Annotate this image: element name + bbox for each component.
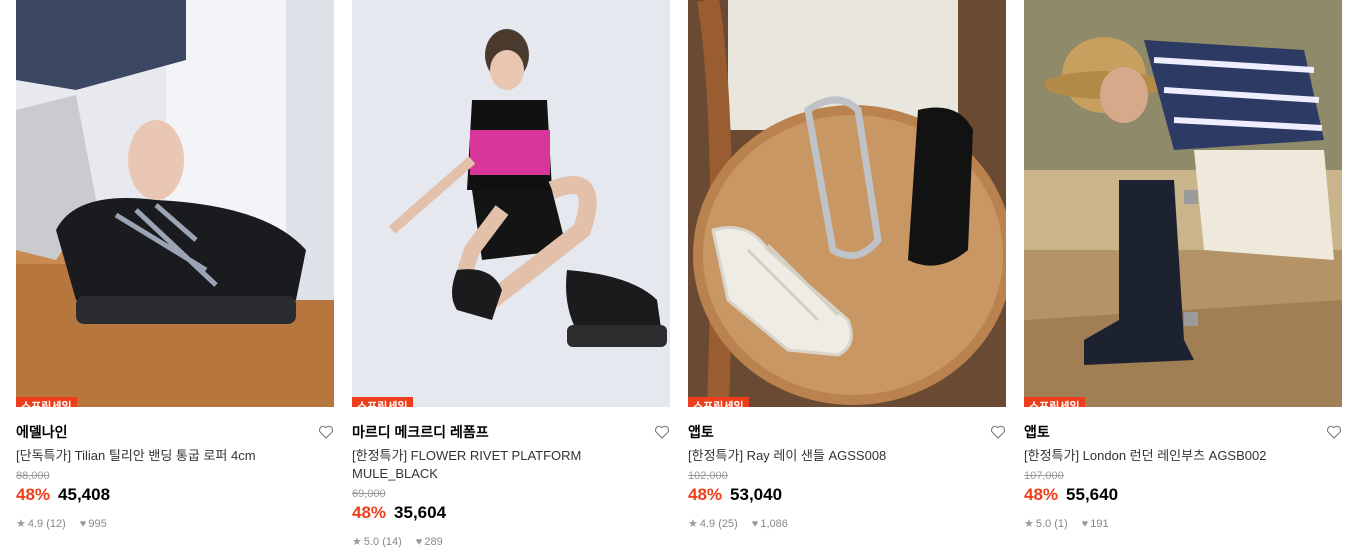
product-image[interactable]: 스프링세일 — [352, 0, 670, 407]
product-photo — [1024, 0, 1342, 407]
heart-small-icon: ♥ — [79, 517, 87, 530]
product-title[interactable]: [단독특가] Tilian 틸리안 밴딩 통굽 로퍼 4cm — [16, 447, 334, 465]
sale-badge: 스프링세일 — [352, 397, 413, 407]
product-card[interactable]: 스프링세일 앱토 [한정특가] London 런던 레인부츠 AGSB002 1… — [1024, 0, 1342, 548]
star-icon: ★ — [688, 518, 698, 530]
product-photo — [16, 0, 334, 407]
brand-name[interactable]: 마르디 메크르디 레폼프 — [352, 422, 489, 442]
product-card[interactable]: 스프링세일 앱토 [한정특가] Ray 레이 샌들 AGSS008 102,00… — [688, 0, 1006, 548]
like-count: 1,086 — [760, 517, 788, 530]
star-icon: ★ — [1024, 518, 1034, 530]
original-price: 88,000 — [16, 470, 50, 482]
heart-icon[interactable] — [990, 424, 1006, 440]
rating: 5.0 (1) — [1035, 518, 1068, 530]
heart-small-icon: ♥ — [751, 517, 759, 530]
star-icon: ★ — [352, 536, 362, 548]
like-count: 289 — [424, 535, 443, 548]
product-image[interactable]: 스프링세일 — [688, 0, 1006, 407]
sale-price: 53,040 — [730, 485, 783, 504]
sale-badge: 스프링세일 — [1024, 397, 1085, 407]
heart-small-icon: ♥ — [1081, 517, 1089, 530]
brand-name[interactable]: 앱토 — [688, 422, 714, 442]
heart-icon[interactable] — [1326, 424, 1342, 440]
original-price: 107,000 — [1024, 470, 1064, 482]
product-photo — [352, 0, 670, 407]
original-price: 102,000 — [688, 470, 728, 482]
heart-icon[interactable] — [318, 424, 334, 440]
discount-rate: 48% — [352, 503, 387, 522]
discount-rate: 48% — [16, 485, 51, 504]
brand-name[interactable]: 앱토 — [1024, 422, 1050, 442]
original-price: 69,000 — [352, 488, 386, 500]
product-image[interactable]: 스프링세일 — [16, 0, 334, 407]
like-count: 191 — [1090, 517, 1109, 530]
heart-small-icon: ♥ — [415, 535, 423, 548]
brand-name[interactable]: 에델나인 — [16, 422, 68, 442]
like-count: 995 — [88, 517, 107, 530]
sale-price: 55,640 — [1066, 485, 1119, 504]
product-title[interactable]: [한정특가] London 런던 레인부츠 AGSB002 — [1024, 447, 1342, 465]
discount-rate: 48% — [688, 485, 723, 504]
product-photo — [688, 0, 1006, 407]
product-grid: 스프링세일 에델나인 [단독특가] Tilian 틸리안 밴딩 통굽 로퍼 4c… — [16, 0, 1342, 548]
product-image[interactable]: 스프링세일 — [1024, 0, 1342, 407]
rating: 4.9 (12) — [27, 518, 66, 530]
sale-badge: 스프링세일 — [688, 397, 749, 407]
product-title[interactable]: [한정특가] Ray 레이 샌들 AGSS008 — [688, 447, 1006, 465]
sale-price: 45,408 — [58, 485, 111, 504]
rating: 4.9 (25) — [699, 518, 738, 530]
discount-rate: 48% — [1024, 485, 1059, 504]
sale-badge: 스프링세일 — [16, 397, 77, 407]
heart-icon[interactable] — [654, 424, 670, 440]
star-icon: ★ — [16, 518, 26, 530]
product-card[interactable]: 스프링세일 에델나인 [단독특가] Tilian 틸리안 밴딩 통굽 로퍼 4c… — [16, 0, 334, 548]
product-card[interactable]: 스프링세일 마르디 메크르디 레폼프 [한정특가] FLOWER RIVET P… — [352, 0, 670, 548]
sale-price: 35,604 — [394, 503, 447, 522]
rating: 5.0 (14) — [363, 536, 402, 548]
product-title[interactable]: [한정특가] FLOWER RIVET PLATFORM MULE_BLACK — [352, 447, 670, 483]
